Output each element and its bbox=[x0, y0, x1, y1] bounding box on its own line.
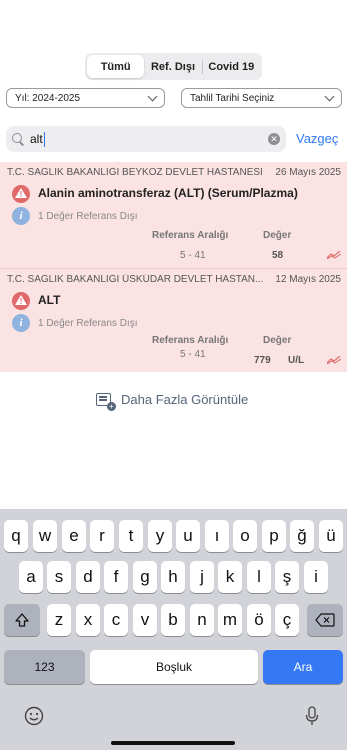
warning-icon bbox=[12, 292, 30, 310]
result-card[interactable]: T.C. SAĞLIK BAKANLIĞI ÜSKÜDAR DEVLET HAS… bbox=[0, 268, 347, 372]
numbers-key[interactable]: 123 bbox=[4, 650, 85, 684]
result-date: 26 Mayıs 2025 bbox=[275, 167, 341, 178]
key[interactable]: q bbox=[4, 520, 28, 552]
cancel-button[interactable]: Vazgeç bbox=[296, 131, 338, 146]
key[interactable]: ç bbox=[275, 604, 299, 636]
warning-icon bbox=[12, 185, 30, 203]
hospital-name: T.C. SAĞLIK BAKANLIĞI BEYKOZ DEVLET HAST… bbox=[7, 167, 263, 178]
result-card[interactable]: T.C. SAĞLIK BAKANLIĞI BEYKOZ DEVLET HAST… bbox=[0, 162, 347, 268]
value-header: Değer bbox=[263, 335, 292, 346]
microphone-icon[interactable] bbox=[305, 706, 319, 726]
key[interactable]: n bbox=[190, 604, 214, 636]
hospital-name: T.C. SAĞLIK BAKANLIĞI ÜSKÜDAR DEVLET HAS… bbox=[7, 274, 264, 285]
key[interactable]: ğ bbox=[290, 520, 314, 552]
key[interactable]: u bbox=[176, 520, 200, 552]
key[interactable]: ı bbox=[205, 520, 229, 552]
chevron-down-icon bbox=[324, 91, 335, 101]
key[interactable]: ü bbox=[319, 520, 343, 552]
key[interactable]: f bbox=[104, 561, 128, 593]
out-of-range-text: 1 Değer Referans Dışı bbox=[38, 211, 138, 222]
key[interactable]: h bbox=[161, 561, 185, 593]
trend-chart-icon[interactable] bbox=[327, 251, 341, 259]
key[interactable]: j bbox=[190, 561, 214, 593]
key[interactable]: z bbox=[47, 604, 71, 636]
search-icon bbox=[12, 133, 24, 145]
text-caret bbox=[43, 131, 46, 147]
document-add-icon bbox=[96, 393, 116, 411]
key[interactable]: y bbox=[148, 520, 172, 552]
space-key[interactable]: Boşluk bbox=[90, 650, 258, 684]
date-select-label: Tahlil Tarihi Seçiniz bbox=[190, 92, 275, 104]
reference-range-header: Referans Aralığı bbox=[152, 335, 229, 346]
search-key[interactable]: Ara bbox=[263, 650, 343, 684]
chevron-down-icon bbox=[147, 91, 158, 101]
key[interactable]: r bbox=[90, 520, 114, 552]
shift-arrow-icon bbox=[15, 613, 29, 627]
key[interactable]: x bbox=[76, 604, 100, 636]
result-date: 12 Mayıs 2025 bbox=[275, 274, 341, 285]
result-value: 58 bbox=[272, 250, 284, 261]
key[interactable]: l bbox=[247, 561, 271, 593]
year-select-label: Yıl: 2024-2025 bbox=[15, 92, 81, 104]
emoji-icon[interactable] bbox=[24, 706, 44, 726]
shift-key[interactable] bbox=[4, 604, 40, 636]
tab-all[interactable]: Tümü bbox=[87, 55, 145, 78]
key[interactable]: i bbox=[304, 561, 328, 593]
key[interactable]: d bbox=[76, 561, 100, 593]
key[interactable]: t bbox=[119, 520, 143, 552]
load-more-label: Daha Fazla Görüntüle bbox=[121, 392, 249, 407]
value-header: Değer bbox=[263, 230, 292, 241]
key[interactable]: v bbox=[133, 604, 157, 636]
key[interactable]: s bbox=[47, 561, 71, 593]
result-value: 779 bbox=[254, 355, 271, 366]
backspace-key[interactable] bbox=[307, 604, 343, 636]
reference-range-header: Referans Aralığı bbox=[152, 230, 229, 241]
backspace-icon bbox=[315, 613, 335, 627]
search-input[interactable]: alt bbox=[30, 131, 268, 147]
result-unit: U/L bbox=[288, 355, 305, 366]
key[interactable]: e bbox=[62, 520, 86, 552]
key[interactable]: ş bbox=[275, 561, 299, 593]
load-more-button[interactable]: Daha Fazla Görüntüle bbox=[96, 392, 249, 411]
key[interactable]: b bbox=[161, 604, 185, 636]
trend-chart-icon[interactable] bbox=[327, 356, 341, 364]
key[interactable]: m bbox=[218, 604, 242, 636]
clear-icon[interactable]: ✕ bbox=[268, 133, 280, 145]
tab-covid19[interactable]: Covid 19 bbox=[203, 55, 260, 78]
segmented-control: Tümü Ref. Dışı Covid 19 bbox=[85, 53, 262, 80]
key[interactable]: ö bbox=[247, 604, 271, 636]
key[interactable]: c bbox=[104, 604, 128, 636]
key[interactable]: g bbox=[133, 561, 157, 593]
home-indicator bbox=[111, 741, 235, 745]
search-value: alt bbox=[30, 132, 43, 146]
reference-range-value: 5 - 41 bbox=[180, 250, 206, 261]
key[interactable]: p bbox=[262, 520, 286, 552]
key[interactable]: a bbox=[19, 561, 43, 593]
keyboard: q w e r t y u ı o p ğ ü a s d f g h j k … bbox=[0, 509, 347, 750]
reference-range-value: 5 - 41 bbox=[180, 349, 206, 360]
test-name: ALT bbox=[38, 293, 61, 307]
key[interactable]: o bbox=[233, 520, 257, 552]
info-icon[interactable]: i bbox=[12, 314, 30, 332]
date-select[interactable]: Tahlil Tarihi Seçiniz bbox=[181, 88, 342, 108]
info-icon[interactable]: i bbox=[12, 207, 30, 225]
out-of-range-text: 1 Değer Referans Dışı bbox=[38, 318, 138, 329]
search-bar[interactable]: alt ✕ bbox=[6, 126, 286, 152]
key[interactable]: k bbox=[218, 561, 242, 593]
tab-out-of-range[interactable]: Ref. Dışı bbox=[144, 55, 201, 78]
year-select[interactable]: Yıl: 2024-2025 bbox=[6, 88, 165, 108]
key[interactable]: w bbox=[33, 520, 57, 552]
test-name: Alanin aminotransferaz (ALT) (Serum/Plaz… bbox=[38, 186, 298, 200]
